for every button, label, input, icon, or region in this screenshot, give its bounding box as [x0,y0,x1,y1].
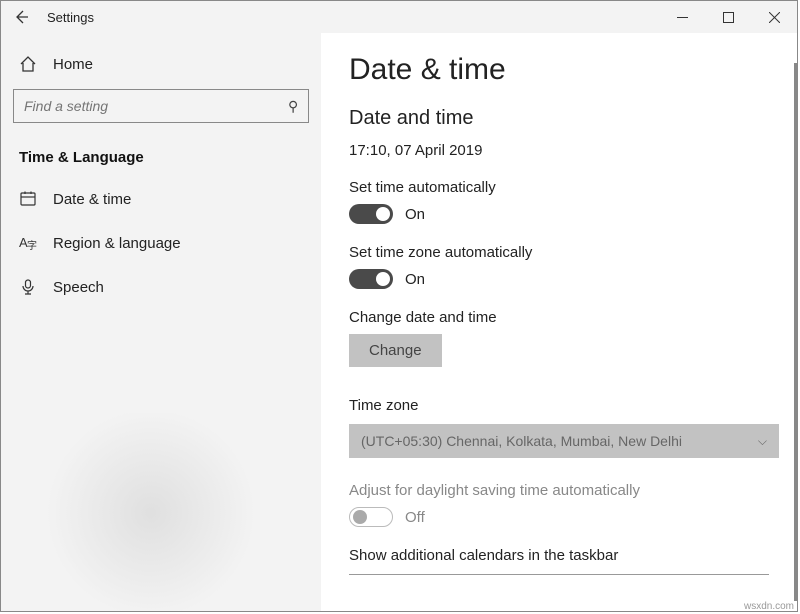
nav-label: Date & time [53,191,131,208]
maximize-button[interactable] [705,1,751,33]
set-time-auto-toggle[interactable] [349,204,393,224]
home-icon [19,55,37,73]
search-icon: ⚲ [288,98,298,115]
minimize-button[interactable] [659,1,705,33]
acrylic-blur [41,413,261,611]
nav-region-language[interactable]: A字 Region & language [13,224,309,262]
current-datetime: 17:10, 07 April 2019 [349,142,769,159]
additional-calendars-select-cut [349,574,769,583]
set-tz-auto-label: Set time zone automatically [349,244,769,261]
body: Home ⚲ Time & Language Date & time A字 Re… [1,33,797,611]
home-label: Home [53,56,93,73]
search-input[interactable] [24,98,288,114]
set-time-auto-label: Set time automatically [349,179,769,196]
nav-date-time[interactable]: Date & time [13,180,309,218]
dst-row: Off [349,507,769,527]
set-tz-auto-row: On [349,269,769,289]
page-heading: Date & time [349,53,769,87]
back-button[interactable] [9,5,33,29]
globe-icon: A字 [19,234,37,252]
back-arrow-icon [13,9,29,25]
home-nav[interactable]: Home [13,47,309,89]
scrollbar[interactable] [794,63,797,601]
search-box[interactable]: ⚲ [13,89,309,123]
change-dt-label: Change date and time [349,309,769,326]
close-icon [769,12,780,23]
minimize-icon [677,12,688,23]
watermark: wsxdn.com [744,601,794,612]
timezone-value: (UTC+05:30) Chennai, Kolkata, Mumbai, Ne… [361,433,682,449]
chevron-down-icon: ⌵ [758,434,767,449]
dst-toggle [349,507,393,527]
settings-window: Settings Home ⚲ Time & Language [0,0,798,612]
clock-icon [19,190,37,208]
toggle-state: Off [405,509,425,526]
set-tz-auto-toggle[interactable] [349,269,393,289]
titlebar: Settings [1,1,797,33]
timezone-label: Time zone [349,397,769,414]
timezone-select[interactable]: (UTC+05:30) Chennai, Kolkata, Mumbai, Ne… [349,424,779,458]
window-controls [659,1,797,33]
dst-label: Adjust for daylight saving time automati… [349,482,769,499]
additional-calendars-label: Show additional calendars in the taskbar [349,547,769,564]
microphone-icon [19,278,37,296]
toggle-state: On [405,206,425,223]
maximize-icon [723,12,734,23]
change-button[interactable]: Change [349,334,442,367]
nav-label: Region & language [53,235,181,252]
category-header: Time & Language [13,141,309,180]
toggle-state: On [405,271,425,288]
window-title: Settings [47,10,659,25]
nav-label: Speech [53,279,104,296]
svg-text:字: 字 [27,239,37,252]
close-button[interactable] [751,1,797,33]
sidebar: Home ⚲ Time & Language Date & time A字 Re… [1,33,321,611]
set-time-auto-row: On [349,204,769,224]
section-heading: Date and time [349,107,769,130]
nav-speech[interactable]: Speech [13,268,309,306]
content-pane[interactable]: Date & time Date and time 17:10, 07 Apri… [321,33,797,611]
